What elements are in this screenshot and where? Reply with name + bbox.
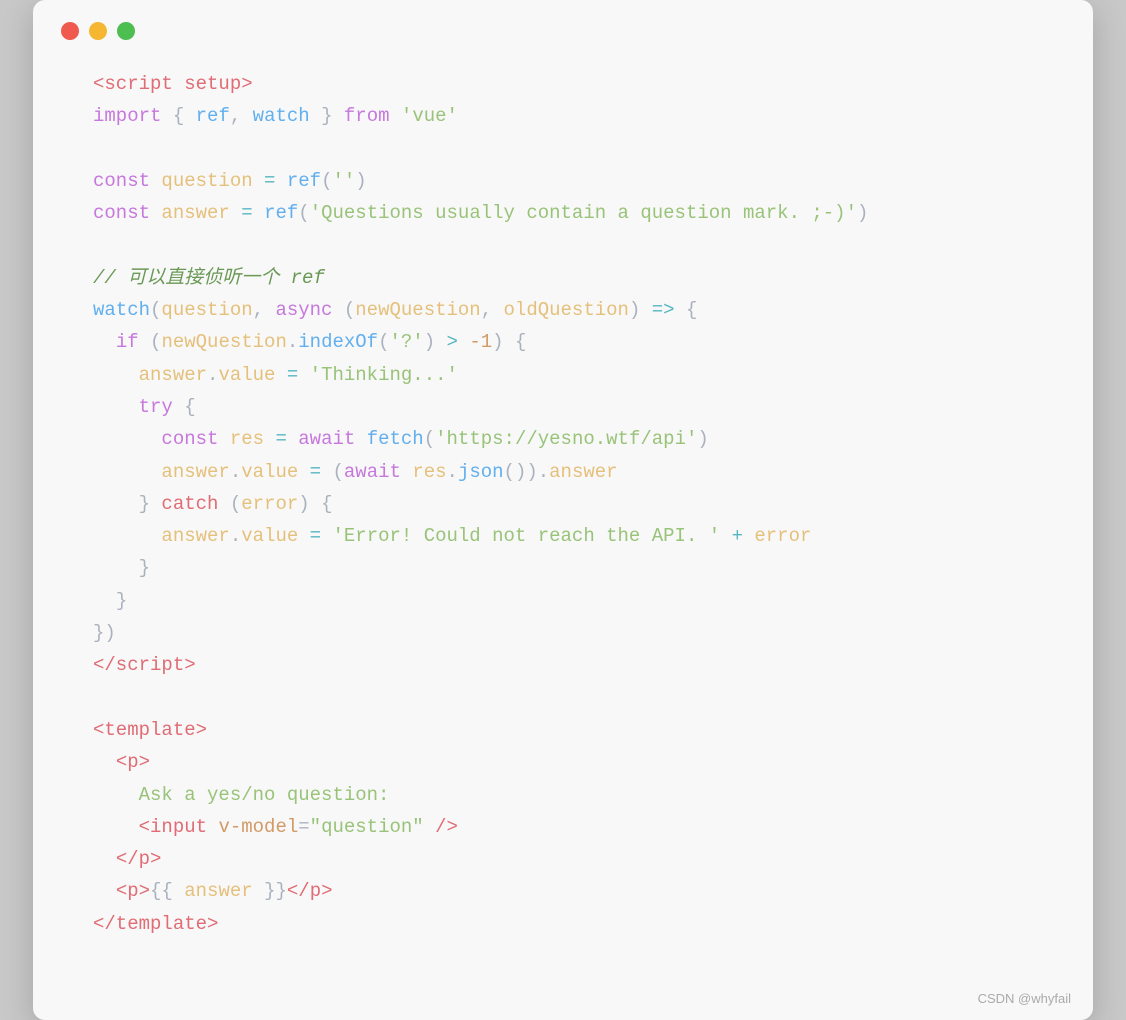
- minimize-button[interactable]: [89, 22, 107, 40]
- watermark: CSDN @whyfail: [978, 991, 1071, 1006]
- titlebar: [33, 0, 1093, 58]
- maximize-button[interactable]: [117, 22, 135, 40]
- code-window: <script setup> import { ref, watch } fro…: [33, 0, 1093, 1020]
- code-block: <script setup> import { ref, watch } fro…: [33, 58, 1093, 970]
- close-button[interactable]: [61, 22, 79, 40]
